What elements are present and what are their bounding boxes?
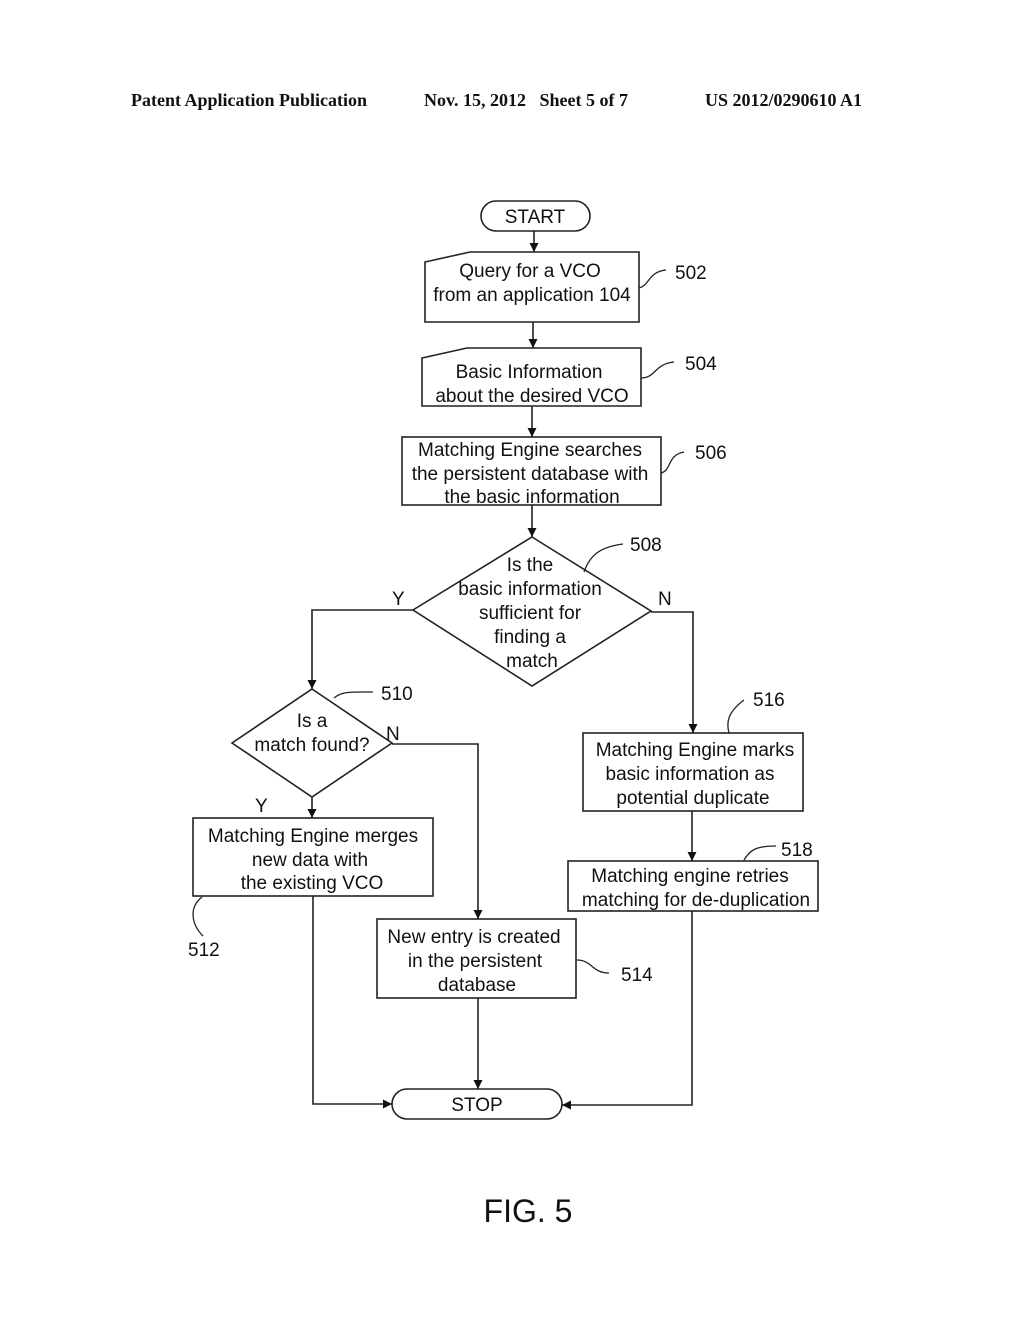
edge-label-508-yes: Y [392,589,405,610]
node-506: Matching Engine searches the persistent … [401,436,727,508]
node-502: Query for a VCO from an application 104 … [424,251,707,323]
ref-502: 502 [675,263,707,284]
node-514: New entry is created in the persistent d… [376,918,653,999]
edge-508-516-no [651,611,698,733]
ref-leader-506 [660,451,685,474]
edge-label-510-no: N [386,724,400,745]
node-510-line-2: match found? [254,735,369,756]
node-506-line-3: the basic information [444,487,619,508]
node-518-line-2: matching for de-duplication [582,890,810,911]
ref-leader-512 [192,896,204,937]
ref-leader-510 [333,691,374,699]
ref-516: 516 [753,690,785,711]
edge-518-stop [562,911,693,1110]
node-516-line-3: potential duplicate [616,788,769,809]
figure-label: FIG. 5 [484,1193,573,1229]
ref-leader-504 [640,361,675,379]
node-504: Basic Information about the desired VCO … [421,347,717,407]
node-stop-text: STOP [451,1095,502,1116]
node-516-line-2: basic information as [606,764,775,785]
node-508: Is the basic information sufficient for … [411,535,662,687]
node-508-line-4: finding a [494,627,566,648]
node-514-line-2: in the persistent [408,951,543,972]
edge-label-508-no: N [658,589,672,610]
flowchart: START Query for a VCO from an applicatio… [188,200,819,1229]
node-508-line-5: match [506,651,558,672]
node-502-line-1: Query for a VCO [459,261,601,282]
node-504-line-2: about the desired VCO [435,386,628,407]
ref-leader-502 [638,269,667,289]
edge-label-510-yes: Y [255,796,268,817]
ref-504: 504 [685,354,717,375]
node-stop: STOP [391,1088,563,1120]
edge-508-510-yes [307,609,413,689]
node-518: Matching engine retries matching for de-… [567,840,819,912]
ref-leader-518 [743,845,777,861]
ref-leader-508 [583,543,624,573]
node-start-text: START [505,207,566,228]
node-506-line-2: the persistent database with [412,464,649,485]
ref-510: 510 [381,684,413,705]
node-518-line-1: Matching engine retries [591,866,789,887]
node-514-line-3: database [438,975,516,996]
node-504-line-1: Basic Information [456,362,603,383]
ref-512: 512 [188,940,220,961]
node-512-line-3: the existing VCO [241,873,384,894]
ref-leader-516 [727,699,745,734]
node-506-line-1: Matching Engine searches [418,440,642,461]
node-start: START [480,200,591,232]
node-502-line-2: from an application 104 [433,285,631,306]
node-508-line-2: basic information [458,579,602,600]
ref-518: 518 [781,840,813,861]
ref-514: 514 [621,965,653,986]
node-516-line-1: Matching Engine marks [596,740,795,761]
node-512-line-1: Matching Engine merges [208,826,418,847]
node-512-line-2: new data with [252,850,368,871]
node-514-line-1: New entry is created [387,927,560,948]
ref-506: 506 [695,443,727,464]
node-508-line-1: Is the [507,555,553,576]
node-510-line-1: Is a [297,711,328,732]
node-508-line-3: sufficient for [479,603,582,624]
ref-508: 508 [630,535,662,556]
ref-leader-514 [576,959,610,974]
